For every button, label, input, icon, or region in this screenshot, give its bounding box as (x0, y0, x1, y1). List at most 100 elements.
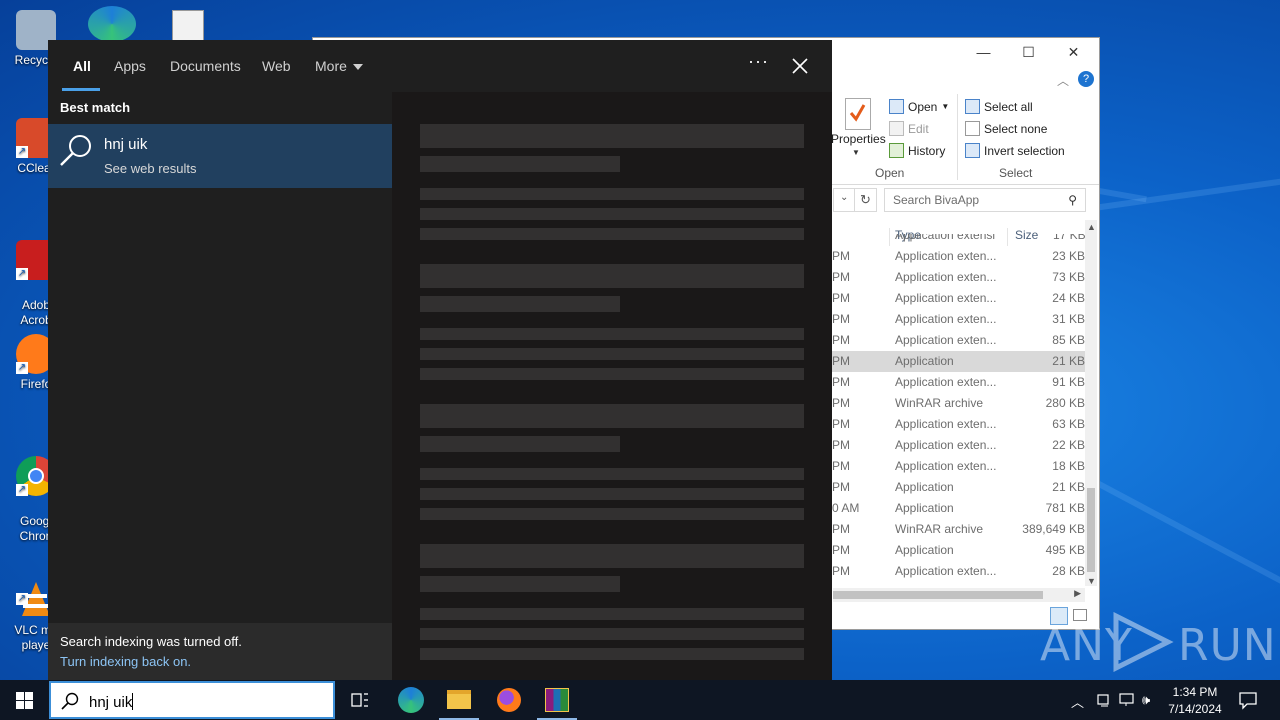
volume-icon[interactable]: 🕪 (1142, 692, 1160, 708)
taskbar-winrar-button[interactable] (533, 680, 581, 720)
search-query: hnj uik (89, 694, 133, 711)
taskbar-firefox-button[interactable] (485, 680, 533, 720)
best-match-result[interactable]: hnj uik See web results (48, 124, 392, 188)
collapse-ribbon-icon[interactable]: ︿ (1057, 72, 1069, 89)
size-cell: 63 KB (1052, 417, 1085, 431)
select-none-icon (965, 121, 980, 136)
tab-documents[interactable]: Documents (170, 58, 241, 74)
size-cell: 389,649 KB (1022, 522, 1085, 536)
notifications-button[interactable] (1238, 690, 1257, 710)
invert-selection-icon (965, 143, 980, 158)
close-search-button[interactable] (786, 52, 814, 80)
task-view-button[interactable] (336, 680, 384, 720)
size-cell: 31 KB (1052, 312, 1085, 326)
scroll-down-icon[interactable]: ▼ (1087, 576, 1096, 586)
size-cell: 21 KB (1052, 354, 1085, 368)
taskbar-file-explorer-button[interactable] (435, 680, 483, 720)
select-none-button[interactable]: Select none (965, 121, 1047, 136)
document-desktop-icon[interactable] (172, 10, 204, 44)
open-button[interactable]: Open ▼ (889, 99, 949, 114)
edit-label: Edit (908, 121, 929, 136)
date-cell: PM (832, 459, 850, 473)
properties-icon (845, 98, 871, 130)
more-options-button[interactable]: ··· (748, 52, 768, 76)
type-cell: Application exten... (895, 459, 997, 473)
indexing-message: Search indexing was turned off. (60, 634, 242, 649)
type-cell: Application exten... (895, 291, 997, 305)
date-cell: PM (832, 333, 850, 347)
explorer-search-input[interactable]: Search BivaApp ⚲ (884, 188, 1086, 212)
taskbar-search-input[interactable]: hnj uik (49, 681, 335, 719)
taskbar-search-text: hnj uik (89, 693, 134, 711)
open-label: Open (908, 99, 938, 114)
chevron-down-icon: ▼ (941, 102, 950, 111)
properties-button[interactable]: Properties (831, 132, 886, 146)
folder-icon (447, 690, 471, 709)
chevron-down-icon: ⌄ (840, 192, 849, 203)
size-cell: 22 KB (1052, 438, 1085, 452)
loading-placeholder (420, 628, 804, 640)
scroll-right-icon[interactable]: ▶ (1074, 588, 1081, 599)
type-cell: Application exten... (895, 417, 997, 431)
type-cell: Application exten... (895, 333, 997, 347)
loading-placeholder (420, 228, 804, 240)
maximize-button[interactable]: ☐ (1006, 38, 1051, 66)
network-tray-icon[interactable] (1096, 692, 1114, 708)
invert-selection-button[interactable]: Invert selection (965, 143, 1065, 158)
winrar-icon (545, 688, 569, 712)
date-cell: PM (832, 270, 850, 284)
select-none-label: Select none (984, 121, 1048, 136)
indexing-notice: Search indexing was turned off. Turn ind… (48, 623, 392, 680)
address-dropdown[interactable]: ⌄ (833, 188, 855, 212)
tab-all[interactable]: All (73, 58, 91, 74)
vertical-scrollbar[interactable]: ▲ ▼ (1085, 220, 1097, 586)
size-cell: 495 KB (1045, 543, 1085, 557)
horizontal-scroll-thumb[interactable] (833, 591, 1043, 599)
scroll-up-icon[interactable]: ▲ (1087, 222, 1096, 232)
date-cell: PM (832, 249, 850, 263)
tab-web[interactable]: Web (262, 58, 291, 74)
search-icon: ⚲ (1068, 193, 1077, 207)
date-cell: PM (832, 438, 850, 452)
size-cell: 91 KB (1052, 375, 1085, 389)
firefox-icon (497, 688, 521, 712)
refresh-button[interactable]: ↻ (855, 188, 877, 212)
best-match-title: hnj uik (104, 136, 148, 153)
tab-more[interactable]: More (315, 58, 363, 74)
select-all-label: Select all (984, 99, 1033, 114)
chevron-down-icon (352, 64, 363, 71)
loading-placeholder (420, 468, 804, 480)
start-button[interactable] (0, 680, 48, 720)
windows-logo-icon (16, 692, 33, 709)
edit-button[interactable]: Edit (889, 121, 929, 136)
size-cell: 280 KB (1045, 396, 1085, 410)
close-window-button[interactable]: ✕ (1051, 38, 1096, 66)
tab-apps[interactable]: Apps (114, 58, 146, 74)
select-all-button[interactable]: Select all (965, 99, 1033, 114)
minimize-button[interactable]: — (961, 38, 1006, 66)
size-cell: 23 KB (1052, 249, 1085, 263)
type-cell: Application exten... (895, 375, 997, 389)
history-button[interactable]: History (889, 143, 945, 158)
search-icon (61, 692, 79, 710)
show-hidden-icons-button[interactable]: ︿ (1071, 692, 1089, 710)
shortcut-arrow-icon: ↗ (16, 146, 28, 158)
loading-placeholder (420, 296, 620, 312)
taskbar-clock[interactable]: 1:34 PM 7/14/2024 (1160, 684, 1230, 718)
vertical-scroll-thumb[interactable] (1087, 488, 1095, 572)
type-cell: Application exten... (895, 270, 997, 284)
help-icon[interactable]: ? (1078, 71, 1094, 87)
size-cell: 73 KB (1052, 270, 1085, 284)
taskbar-edge-button[interactable] (387, 680, 435, 720)
monitor-tray-icon[interactable] (1118, 692, 1136, 708)
loading-placeholder (420, 404, 804, 428)
turn-indexing-on-link[interactable]: Turn indexing back on. (60, 654, 191, 669)
size-cell: 28 KB (1052, 564, 1085, 578)
type-cell: Application exten... (895, 564, 997, 578)
loading-placeholder (420, 576, 620, 592)
edge-desktop-icon[interactable] (88, 6, 136, 42)
loading-placeholder (420, 368, 804, 380)
best-match-heading: Best match (60, 100, 131, 115)
shortcut-arrow-icon: ↗ (16, 593, 28, 605)
horizontal-scrollbar[interactable]: ▶ (833, 588, 1085, 602)
